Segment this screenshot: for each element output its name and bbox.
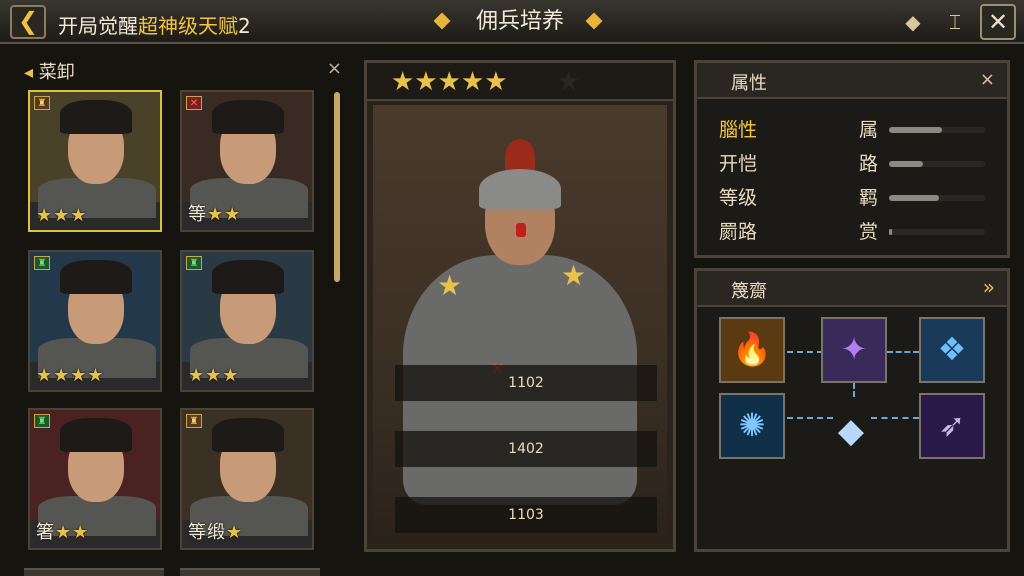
back-arrow-icon: ❮ <box>17 7 39 35</box>
shoulder-star-left-icon: ★ <box>437 269 463 302</box>
title-suffix: 2 <box>238 14 251 38</box>
next-card-edge <box>24 568 164 576</box>
hero-stars: ★★★★★ <box>391 67 508 97</box>
roster-header[interactable]: ◂ 菜卸 <box>24 58 75 84</box>
crystal-core-icon[interactable]: ◆ <box>831 409 871 453</box>
attribute-bar <box>889 161 985 167</box>
shadow-dagger-icon[interactable]: ➶ <box>919 393 985 459</box>
next-card-edge <box>180 568 320 576</box>
skills-title: 篾齌 <box>731 281 767 302</box>
hero-star-bar: ★★★★★ ★ <box>367 63 673 101</box>
attribute-key: 路 <box>859 153 879 175</box>
roster-close-button[interactable]: × <box>327 58 342 79</box>
hero-portrait[interactable]: ★ ★ ✕ 110214021103 <box>373 105 667 545</box>
shoulder-star-right-icon: ★ <box>561 259 587 292</box>
attribute-label[interactable]: 罽路 <box>719 217 757 244</box>
card-hair <box>212 418 284 452</box>
hero-card[interactable]: ♜ ★★★★ <box>28 250 162 392</box>
hero-stat-row[interactable]: 1103 <box>395 497 657 533</box>
class-badge-icon: ♜ <box>34 414 50 428</box>
card-stars: 等缎★ <box>188 518 243 544</box>
card-star-icons: ★★★ <box>188 365 240 386</box>
top-bar: ❮ 开局觉醒超神级天赋2 佣兵培养 ◆ ⌶ ✕ <box>0 0 1024 44</box>
card-tier-text: 等缎 <box>188 522 226 543</box>
attribute-key: 羁 <box>859 187 879 209</box>
card-hair <box>60 418 132 452</box>
title-prefix: 开局觉醒 <box>58 14 138 38</box>
class-badge-icon: ♜ <box>186 414 202 428</box>
expand-icon[interactable]: ◆ <box>898 8 928 36</box>
class-badge-icon: ♜ <box>34 256 50 270</box>
attribute-bar-fill <box>889 229 892 235</box>
card-stars: 等★★ <box>188 200 241 226</box>
card-stars: ★★★ <box>188 365 239 386</box>
skill-link <box>787 351 823 353</box>
card-hair <box>212 100 284 134</box>
roster-scrollbar[interactable] <box>334 92 340 282</box>
attribute-bar-fill <box>889 127 942 133</box>
skills-more-button[interactable]: » <box>983 275 995 299</box>
hero-helmet <box>479 169 561 209</box>
card-stars: ★★★ <box>36 205 87 226</box>
hero-panel: ★★★★★ ★ ★ ★ ✕ 110214021103 <box>364 60 676 552</box>
class-badge-icon: ✕ <box>186 96 202 110</box>
attribute-key: 赏 <box>859 221 879 243</box>
attribute-label[interactable]: 等级 <box>719 183 757 210</box>
back-button[interactable]: ❮ <box>10 5 46 39</box>
attribute-bar <box>889 229 985 235</box>
card-hair <box>60 100 132 134</box>
frost-shield-icon[interactable]: ❖ <box>919 317 985 383</box>
hero-empty-star: ★ <box>557 67 581 97</box>
attribute-bar-fill <box>889 195 939 201</box>
hero-helmet-gem <box>516 223 526 237</box>
hero-card[interactable]: ♜ ★★★ <box>28 90 162 232</box>
hero-card[interactable]: ♜ 等缎★ <box>180 408 314 550</box>
attribute-label[interactable]: 腦性 <box>719 115 757 142</box>
card-star-icons: ★★★★ <box>36 365 105 386</box>
card-star-icons: ★★ <box>207 204 242 225</box>
attributes-title: 属性 <box>731 73 767 94</box>
roster-panel: ◂ 菜卸 × ♜ ★★★ ✕ 等★★ ♜ ★★★★ ♜ ★★★ ♜ 箸★★ ♜ 等缎★ <box>20 54 348 576</box>
hero-card[interactable]: ♜ ★★★ <box>180 250 314 392</box>
attributes-close-button[interactable]: × <box>980 69 995 90</box>
card-tier-text: 箸 <box>36 522 55 543</box>
skill-link <box>871 417 919 419</box>
card-tier-text: 等 <box>188 204 207 225</box>
hero-stat-row[interactable]: 1402 <box>395 431 657 467</box>
hero-stat-row[interactable]: 1102 <box>395 365 657 401</box>
close-button[interactable]: ✕ <box>980 4 1016 40</box>
back-small-icon: ◂ <box>24 62 39 83</box>
card-hair <box>60 260 132 294</box>
class-badge-icon: ♜ <box>186 256 202 270</box>
hero-card[interactable]: ✕ 等★★ <box>180 90 314 232</box>
frost-nova-icon[interactable]: ✺ <box>719 393 785 459</box>
attribute-bar-fill <box>889 161 923 167</box>
attributes-header: 属性 × <box>697 63 1007 99</box>
game-title: 开局觉醒超神级天赋2 <box>58 10 251 39</box>
attribute-label[interactable]: 开恺 <box>719 149 757 176</box>
skills-header: 篾齌 » <box>697 271 1007 307</box>
layout-icon[interactable]: ⌶ <box>940 8 970 36</box>
class-badge-icon: ♜ <box>34 96 50 110</box>
hero-card[interactable]: ♜ 箸★★ <box>28 408 162 550</box>
skill-link <box>887 351 919 353</box>
skill-link <box>787 417 833 419</box>
attribute-key: 属 <box>859 119 879 141</box>
card-hair <box>212 260 284 294</box>
card-star-icons: ★ <box>226 522 244 543</box>
card-star-icons: ★★★ <box>36 205 88 226</box>
arcane-tome-icon[interactable]: ✦ <box>821 317 887 383</box>
title-highlight: 超神级天赋 <box>138 14 238 38</box>
fire-spirit-icon[interactable]: 🔥 <box>719 317 785 383</box>
skills-panel: 篾齌 » 🔥 ✦ ❖ ✺ ➶ ◆ <box>694 268 1010 552</box>
attribute-bar <box>889 195 985 201</box>
roster-title: 菜卸 <box>38 62 75 83</box>
card-stars: ★★★★ <box>36 365 105 386</box>
card-stars: 箸★★ <box>36 518 89 544</box>
attributes-panel: 属性 × 腦性 属开恺 路等级 羁罽路 赏 <box>694 60 1010 258</box>
card-star-icons: ★★ <box>55 522 90 543</box>
attribute-bar <box>889 127 985 133</box>
